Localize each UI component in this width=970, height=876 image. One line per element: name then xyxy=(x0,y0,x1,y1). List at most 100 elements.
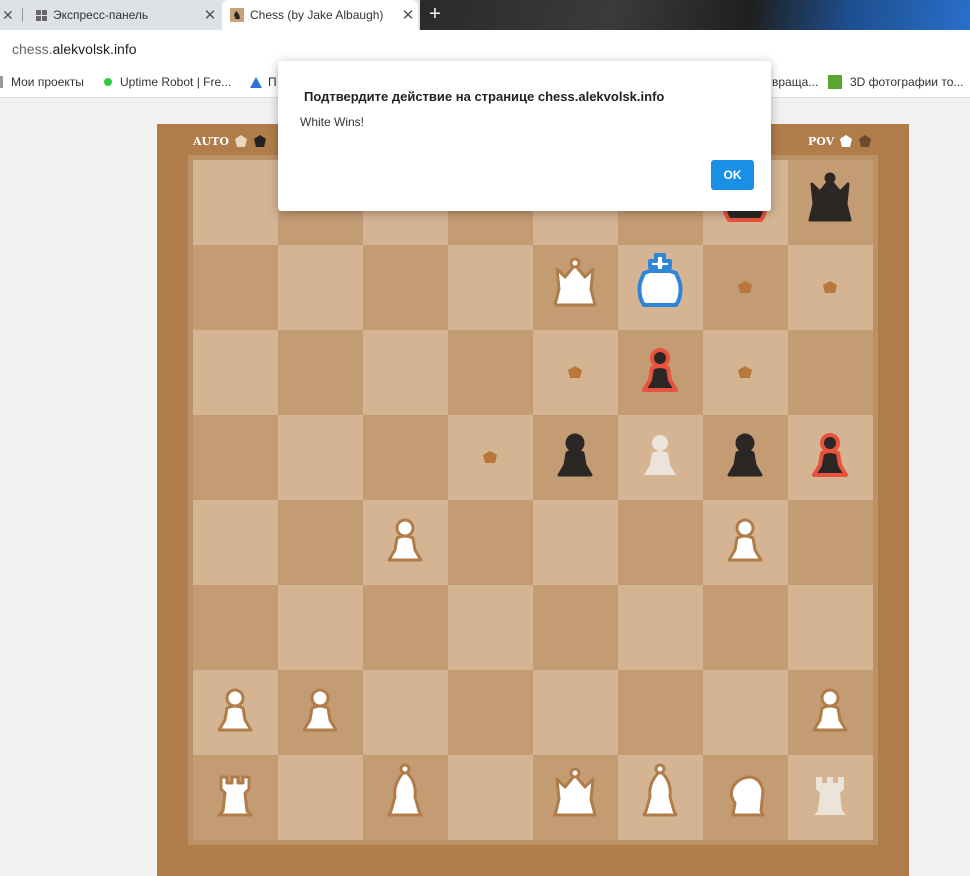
board-square[interactable] xyxy=(363,755,448,840)
board-square[interactable] xyxy=(788,500,873,585)
board-square[interactable] xyxy=(618,755,703,840)
board-square[interactable] xyxy=(193,670,278,755)
board-square[interactable] xyxy=(278,415,363,500)
board-square[interactable] xyxy=(193,415,278,500)
board-square[interactable] xyxy=(788,585,873,670)
black-queen-icon[interactable] xyxy=(788,160,873,245)
board-square[interactable] xyxy=(618,585,703,670)
board-square[interactable] xyxy=(618,670,703,755)
board-square[interactable] xyxy=(618,245,703,330)
board-square[interactable] xyxy=(703,330,788,415)
board-square[interactable] xyxy=(703,670,788,755)
bookmark-my-projects[interactable]: Мои проекты xyxy=(0,75,84,89)
board-square[interactable] xyxy=(788,415,873,500)
black-pawn-icon[interactable] xyxy=(788,415,873,500)
board-square[interactable] xyxy=(533,415,618,500)
white-pawn-icon[interactable] xyxy=(788,670,873,755)
white-rook-icon[interactable] xyxy=(788,755,873,840)
board-square[interactable] xyxy=(703,245,788,330)
auto-toggle[interactable]: AUTO xyxy=(193,134,267,148)
white-rook-icon[interactable] xyxy=(193,755,278,840)
board-square[interactable] xyxy=(363,585,448,670)
board-square[interactable] xyxy=(788,755,873,840)
board-square[interactable] xyxy=(448,330,533,415)
board-square[interactable] xyxy=(533,245,618,330)
board-square[interactable] xyxy=(448,500,533,585)
board-square[interactable] xyxy=(193,330,278,415)
board-square[interactable] xyxy=(278,245,363,330)
board-square[interactable] xyxy=(448,415,533,500)
board-square[interactable] xyxy=(618,330,703,415)
ok-button[interactable]: OK xyxy=(711,160,754,190)
black-pawn-icon[interactable] xyxy=(533,415,618,500)
white-king-icon[interactable] xyxy=(618,245,703,330)
board-square[interactable] xyxy=(448,755,533,840)
move-hint-icon[interactable] xyxy=(448,415,533,500)
board-square[interactable] xyxy=(703,415,788,500)
black-pawn-icon[interactable] xyxy=(703,415,788,500)
board-square[interactable] xyxy=(193,585,278,670)
board-square[interactable] xyxy=(278,330,363,415)
black-pawn-icon[interactable] xyxy=(858,134,872,148)
board-square[interactable] xyxy=(278,585,363,670)
white-pawn-icon[interactable] xyxy=(703,500,788,585)
white-pawn-icon[interactable] xyxy=(839,134,853,148)
board-square[interactable] xyxy=(788,670,873,755)
black-pawn-icon[interactable] xyxy=(618,330,703,415)
bookmark-3d-photos[interactable]: 3D фотографии то... xyxy=(828,75,963,89)
white-pawn-icon[interactable] xyxy=(234,134,248,148)
move-hint-icon[interactable] xyxy=(788,245,873,330)
board-square[interactable] xyxy=(193,160,278,245)
white-pawn-icon[interactable] xyxy=(618,415,703,500)
board-square[interactable] xyxy=(363,500,448,585)
white-bishop-icon[interactable] xyxy=(618,755,703,840)
board-square[interactable] xyxy=(788,330,873,415)
board-square[interactable] xyxy=(193,245,278,330)
board-square[interactable] xyxy=(278,670,363,755)
board-square[interactable] xyxy=(448,585,533,670)
board-square[interactable] xyxy=(703,585,788,670)
black-pawn-icon[interactable] xyxy=(253,134,267,148)
white-bishop-icon[interactable] xyxy=(363,755,448,840)
bookmark-drive[interactable]: П xyxy=(250,75,277,89)
tab-chess[interactable]: ♞ Chess (by Jake Albaugh) ✕ xyxy=(222,0,418,30)
board-square[interactable] xyxy=(703,755,788,840)
board-square[interactable] xyxy=(533,330,618,415)
white-pawn-icon[interactable] xyxy=(193,670,278,755)
board-square[interactable] xyxy=(703,500,788,585)
board-square[interactable] xyxy=(363,415,448,500)
board-square[interactable] xyxy=(363,245,448,330)
board-square[interactable] xyxy=(278,500,363,585)
board-square[interactable] xyxy=(363,670,448,755)
close-icon[interactable]: ✕ xyxy=(200,6,220,24)
board-square[interactable] xyxy=(788,245,873,330)
board-square[interactable] xyxy=(363,330,448,415)
board-square[interactable] xyxy=(193,500,278,585)
board-square[interactable] xyxy=(448,670,533,755)
move-hint-icon[interactable] xyxy=(703,330,788,415)
white-queen-icon[interactable] xyxy=(533,755,618,840)
move-hint-icon[interactable] xyxy=(533,330,618,415)
chess-board[interactable] xyxy=(188,155,878,845)
board-square[interactable] xyxy=(278,755,363,840)
board-square[interactable] xyxy=(193,755,278,840)
board-square[interactable] xyxy=(448,245,533,330)
board-square[interactable] xyxy=(788,160,873,245)
bookmark-uptime-robot[interactable]: Uptime Robot | Fre... xyxy=(104,75,231,89)
board-square[interactable] xyxy=(618,415,703,500)
white-pawn-icon[interactable] xyxy=(278,670,363,755)
board-square[interactable] xyxy=(533,670,618,755)
white-knight-icon[interactable] xyxy=(703,755,788,840)
bookmark-rotate[interactable]: враща... xyxy=(772,75,818,89)
url-text[interactable]: chess.alekvolsk.info xyxy=(12,41,137,57)
board-square[interactable] xyxy=(618,500,703,585)
new-tab-icon[interactable]: + xyxy=(424,2,446,28)
white-pawn-icon[interactable] xyxy=(363,500,448,585)
move-hint-icon[interactable] xyxy=(703,245,788,330)
board-square[interactable] xyxy=(533,585,618,670)
board-square[interactable] xyxy=(533,755,618,840)
tab-express-panel[interactable]: Экспресс-панель ✕ xyxy=(26,0,220,30)
close-icon[interactable]: ✕ xyxy=(398,6,418,24)
close-icon[interactable]: ✕ xyxy=(2,7,14,24)
white-queen-icon[interactable] xyxy=(533,245,618,330)
